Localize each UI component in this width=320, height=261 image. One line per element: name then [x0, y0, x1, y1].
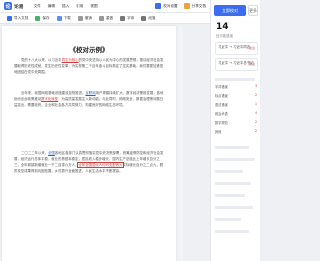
tab-import-label: 导入文档	[14, 15, 29, 20]
placeholder-line	[215, 218, 241, 221]
menu-edit[interactable]: 编辑	[48, 0, 55, 13]
paragraph-1[interactable]: 党的十八大以来，以习近平同志为核心的党中央坚持以人民为中心的发展思想，推动经济社…	[14, 57, 164, 75]
error-highlight-box[interactable]: 全年全国居民人均可支配收入	[77, 162, 124, 169]
tab-undo[interactable]: 撤销	[77, 15, 92, 21]
category-count: 2	[254, 120, 257, 124]
format-toolbar: 导入文档 保存 下载 撤销 重做 字体 段落	[0, 13, 210, 24]
tab-font-label: 字体	[127, 15, 135, 20]
category-row[interactable]: 标点错误 2	[215, 93, 257, 98]
share-doc-button[interactable]: 分享文档	[183, 0, 206, 13]
proof-settings-label: 校对设置	[163, 3, 178, 8]
undo-icon	[77, 15, 83, 21]
category-label: 字词错误	[215, 85, 228, 89]
suggestion-highlight[interactable]: 互联网	[85, 91, 95, 95]
tab-save-label: 保存	[42, 15, 50, 20]
category-row[interactable]: 其他 2	[215, 129, 257, 134]
import-icon	[7, 15, 12, 21]
category-label: 标点错误	[215, 94, 228, 98]
error-count: 14	[216, 22, 229, 32]
placeholder-line	[215, 146, 249, 149]
tab-font[interactable]: 字体	[120, 15, 135, 21]
placeholder-line	[215, 194, 245, 197]
paragraph-text: 近年来，我国网络基础设施建设加快推进，	[21, 91, 86, 95]
category-label: 数字规范	[215, 121, 228, 125]
category-row[interactable]: 政治术语 4	[215, 111, 257, 116]
category-count: 2	[254, 129, 257, 133]
category-row[interactable]: 数字规范 2	[215, 120, 257, 125]
suggestion-card[interactable]: 习近平 → 习近平总书记 建议	[215, 58, 258, 71]
suggestion-highlight[interactable]: 全国	[48, 151, 55, 155]
share-icon	[183, 3, 190, 9]
error-highlight[interactable]: 同志为核心	[62, 58, 79, 62]
placeholder-line	[215, 182, 251, 185]
paragraph-icon	[141, 15, 147, 21]
share-doc-label: 分享文档	[191, 3, 206, 8]
category-count: 2	[254, 93, 257, 97]
error-highlight[interactable]: 数字化转型	[41, 97, 58, 101]
error-count-label: 处可能错误	[216, 34, 233, 38]
category-count: 3	[254, 84, 257, 88]
document-page[interactable]: 《校对示例》 党的十八大以来，以习近平同志为核心的党中央坚持以人民为中心的发展思…	[2, 26, 176, 261]
tab-download-label: 下载	[63, 15, 71, 20]
suggestion-text: 习近平 → 习近平同志	[218, 44, 251, 49]
tab-download[interactable]: 下载	[56, 15, 71, 21]
menu-reference[interactable]: 引用	[76, 0, 83, 13]
top-toolbar: 论 论易 文件 编辑 插入 引用 视图 校对设置 分享文档	[0, 0, 210, 13]
divider	[215, 78, 255, 81]
document-title: 《校对示例》	[69, 46, 109, 54]
menu-insert-label: 插入	[61, 3, 70, 8]
category-row[interactable]: 语法错误 1	[215, 102, 257, 107]
proofread-panel: 立即校对 更多 14 处可能错误 习近平 → 习近平同志 建议 习近平 → 习近…	[210, 0, 260, 261]
placeholder-line	[215, 170, 243, 173]
save-icon	[35, 15, 41, 21]
vertical-scrollbar[interactable]	[179, 26, 183, 261]
app-logo-text: 论易	[14, 4, 24, 10]
menu-view-label: 视图	[90, 3, 98, 8]
placeholder-line	[215, 158, 255, 161]
paragraph-3[interactable]: 二〇二二年以来，全国各地区各部门认真贯彻落实党中央决策部署，统筹疫情防控和经济社…	[14, 150, 164, 174]
tab-paragraph-label: 段落	[148, 15, 156, 20]
placeholder-line	[215, 206, 253, 209]
tab-paragraph[interactable]: 段落	[141, 15, 156, 21]
menu-insert[interactable]: 插入	[62, 0, 69, 13]
redo-icon	[98, 15, 104, 21]
tab-import[interactable]: 导入文档	[7, 15, 29, 21]
menu-reference-label: 引用	[76, 3, 84, 8]
menu-file[interactable]: 文件	[34, 0, 41, 13]
suggestion-tag: 建议	[248, 62, 255, 66]
settings-icon	[155, 3, 162, 9]
suggestion-tag: 建议	[248, 46, 255, 50]
download-icon	[56, 15, 62, 21]
category-label: 其他	[215, 130, 222, 134]
tab-redo-label: 重做	[105, 15, 114, 20]
category-row[interactable]: 字词错误 3	[215, 84, 257, 89]
proof-settings-button[interactable]: 校对设置	[155, 0, 178, 13]
paragraph-text: 党的十八大以来，以习近平	[21, 58, 62, 62]
menu-view[interactable]: 视图	[90, 0, 97, 13]
menu-edit-label: 编辑	[47, 3, 55, 8]
paragraph-2[interactable]: 近年来，我国网络基础设施建设加快推进，互联网用户规模持续扩大，数字经济蓬勃发展，…	[14, 90, 164, 108]
placeholder-line	[215, 230, 249, 233]
menu-file-label: 文件	[33, 3, 41, 8]
logo-icon: 论	[4, 2, 12, 10]
tab-save[interactable]: 保存	[35, 15, 50, 21]
category-count: 4	[254, 111, 257, 115]
suggestion-card[interactable]: 习近平 → 习近平同志 建议	[215, 42, 258, 55]
category-label: 政治术语	[215, 112, 228, 116]
more-button[interactable]: 更多	[248, 5, 258, 16]
tab-undo-label: 撤销	[84, 15, 92, 20]
category-label: 语法错误	[215, 103, 228, 107]
tab-redo[interactable]: 重做	[98, 15, 114, 21]
proofread-button[interactable]: 立即校对	[214, 5, 246, 16]
paragraph-text: 二〇二二年以来，	[21, 151, 49, 155]
font-icon	[120, 15, 126, 21]
category-count: 1	[254, 102, 257, 106]
